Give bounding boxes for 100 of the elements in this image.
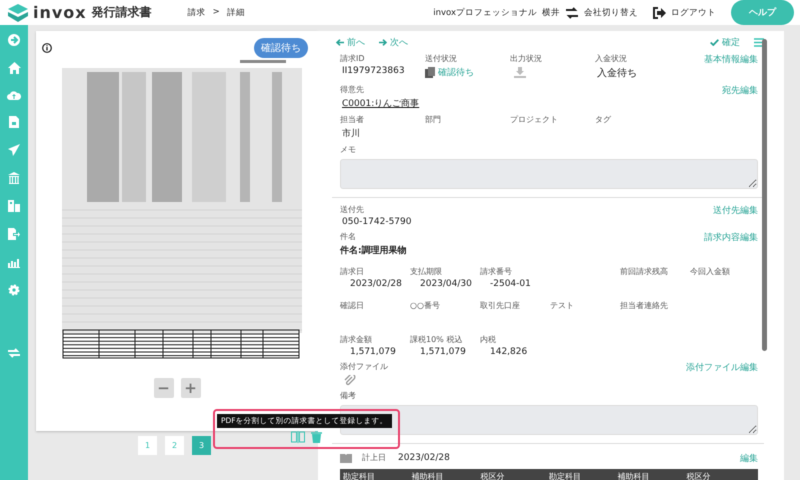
memo-field[interactable] xyxy=(340,159,758,189)
field-label: 送付状況 xyxy=(425,53,458,64)
field-label: 取引先口座 xyxy=(480,300,521,311)
arrow-right-icon[interactable] xyxy=(8,34,20,46)
document-icon[interactable] xyxy=(9,116,19,128)
check-icon xyxy=(710,38,719,46)
column-header: 補助科目 xyxy=(618,471,651,480)
paper-plane-icon[interactable] xyxy=(8,144,20,156)
switch-company-link[interactable]: 会社切り替え xyxy=(584,6,638,18)
bank-icon[interactable] xyxy=(8,172,20,184)
field-label: 今回入金額 xyxy=(690,266,731,277)
book-icon xyxy=(340,452,352,462)
field-value: 2023/04/30 xyxy=(419,279,473,289)
field-label: 課税10% 税込 xyxy=(410,334,464,345)
edit-link[interactable]: 請求内容編集 xyxy=(704,231,758,244)
status-badge: 確認待ち xyxy=(254,38,308,58)
edit-link[interactable]: 送付先編集 xyxy=(713,204,758,217)
breadcrumb-link[interactable]: 請求 xyxy=(188,6,206,18)
field-label: 計上日 xyxy=(362,452,386,463)
bar-chart-icon[interactable] xyxy=(8,256,20,268)
field-label: 件名 xyxy=(340,231,357,242)
field-label: 添付ファイル xyxy=(340,361,388,372)
logo-icon xyxy=(8,4,28,22)
remarks-field[interactable] xyxy=(340,405,758,435)
field-value: 件名:調理用果物 xyxy=(340,244,407,257)
settings-icon[interactable] xyxy=(8,284,20,296)
customer-link[interactable]: C0001:りんご商事 xyxy=(340,97,420,110)
arrow-right-icon xyxy=(379,38,387,46)
field-value: -2504-01 xyxy=(489,279,532,289)
logout-link[interactable]: ログアウト xyxy=(671,6,716,18)
logout-icon xyxy=(653,6,666,18)
app-name: 発行請求書 xyxy=(92,4,152,21)
cloud-upload-icon[interactable] xyxy=(7,90,21,100)
field-label: 請求ID xyxy=(340,53,366,64)
field-label: テスト xyxy=(550,300,575,311)
page-button[interactable]: 3 xyxy=(192,436,211,455)
file-export-icon[interactable] xyxy=(8,228,20,240)
field-value: 2023/02/28 xyxy=(397,452,450,462)
column-header: 税区分 xyxy=(480,471,506,480)
field-value: 市川 xyxy=(341,128,361,140)
scrollbar[interactable] xyxy=(762,39,767,351)
field-label: 確認日 xyxy=(340,300,365,311)
field-label: プロジェクト xyxy=(510,114,559,125)
field-label: 内税 xyxy=(480,334,497,345)
user-name: 横井 xyxy=(542,6,560,18)
column-header: 勘定科目 xyxy=(343,471,376,480)
field-label: 請求金額 xyxy=(340,334,373,345)
edit-link[interactable]: 添付ファイル編集 xyxy=(686,361,758,374)
field-label: メモ xyxy=(340,144,357,155)
field-label: ○○番号 xyxy=(410,300,441,311)
swap-arrows-icon xyxy=(565,6,579,18)
next-link[interactable]: 次へ xyxy=(390,36,408,48)
field-label: 請求日 xyxy=(340,266,365,277)
info-icon[interactable] xyxy=(42,43,52,53)
field-label: 得意先 xyxy=(340,84,365,95)
arrow-left-icon xyxy=(336,38,344,46)
edit-link[interactable]: 宛先編集 xyxy=(722,84,758,97)
field-label: 送付先 xyxy=(340,204,365,215)
zoom-in-button[interactable]: + xyxy=(180,378,200,398)
user-plan: invoxプロフェッショナル xyxy=(433,6,537,18)
field-label: 請求番号 xyxy=(480,266,513,277)
field-label: 支払期限 xyxy=(410,266,443,277)
edit-link[interactable]: 編集 xyxy=(740,452,758,465)
edit-link[interactable]: 基本情報編集 xyxy=(680,53,758,80)
field-label: 部門 xyxy=(425,114,442,125)
buildings-icon[interactable] xyxy=(8,200,20,212)
previous-link[interactable]: 前へ xyxy=(347,36,365,48)
field-value: 1,571,079 xyxy=(349,347,397,357)
field-label: 備考 xyxy=(340,390,357,401)
field-label: 入金状況 xyxy=(595,53,628,64)
status-link[interactable]: 確認待ち xyxy=(438,66,474,79)
home-icon[interactable] xyxy=(8,62,20,74)
field-value: 050-1742-5790 xyxy=(341,217,412,227)
column-header: 税区分 xyxy=(686,471,712,480)
help-button[interactable]: ヘルプ xyxy=(731,0,794,25)
page-button[interactable]: 1 xyxy=(138,436,157,455)
clipboard-icon xyxy=(425,67,435,78)
trash-icon[interactable] xyxy=(311,431,322,443)
field-label: 前回請求残高 xyxy=(620,266,669,277)
zoom-out-button[interactable]: − xyxy=(154,378,174,398)
paperclip-icon[interactable] xyxy=(344,375,356,386)
field-label: タグ xyxy=(595,114,612,125)
split-icon[interactable] xyxy=(291,431,305,443)
field-value: 1,571,079 xyxy=(419,347,467,357)
menu-icon[interactable] xyxy=(754,38,764,46)
breadcrumb-separator: > xyxy=(212,6,220,18)
field-label: 担当者 xyxy=(340,114,365,125)
field-value: 2023/02/28 xyxy=(349,279,403,289)
column-header: 補助科目 xyxy=(412,471,445,480)
download-icon[interactable] xyxy=(514,67,526,78)
field-value: 142,826 xyxy=(489,347,528,357)
swap-arrows-icon[interactable] xyxy=(8,348,20,358)
page-button[interactable]: 2 xyxy=(165,436,184,455)
field-label: 担当者連絡先 xyxy=(620,300,669,311)
logo-text: invox xyxy=(33,3,87,22)
field-label: 出力状況 xyxy=(510,53,543,64)
field-value: 入金待ち xyxy=(596,66,638,80)
confirm-link[interactable]: 確定 xyxy=(722,36,740,48)
breadcrumb-current: 詳細 xyxy=(226,6,245,18)
field-value: II1979723863 xyxy=(341,66,406,76)
